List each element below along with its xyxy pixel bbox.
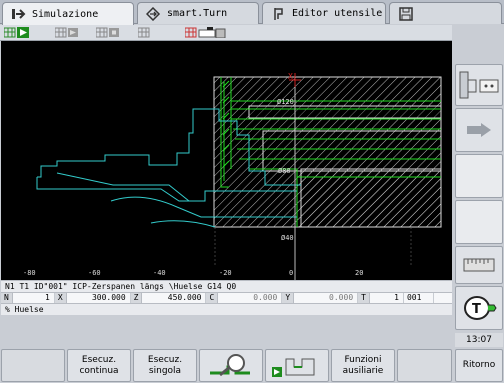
- single-step-button[interactable]: Esecuz. singola: [133, 349, 197, 382]
- tab-bar: Simulazione smart.Turn Editor utensile: [0, 0, 504, 25]
- n-label: N: [1, 293, 13, 303]
- y-value: 0.000: [294, 293, 359, 303]
- tool-t-icon: T: [464, 296, 497, 320]
- machine-setup-icon: [459, 71, 499, 99]
- grid-single-icon[interactable]: [55, 27, 85, 38]
- softkey-tool-t[interactable]: T: [455, 286, 503, 330]
- program-name: % Huelse: [1, 303, 452, 315]
- tab-label: smart.Turn: [167, 8, 228, 19]
- tool-id-value: 001: [404, 293, 434, 303]
- diamond-arrow-icon: [146, 6, 162, 21]
- tab-save[interactable]: [389, 2, 502, 24]
- c-label: C: [206, 293, 219, 303]
- simulation-graphic[interactable]: X Ø120 Ø80 Ø40 -80 -60 -40 -20 0 20: [1, 41, 452, 280]
- clock: 13:07: [455, 333, 503, 347]
- diameter-80-label: Ø80: [278, 167, 291, 175]
- auxiliary-functions-button[interactable]: Funzioni ausiliarie: [331, 349, 395, 382]
- z-tick-label: -20: [219, 269, 232, 277]
- continuous-run-label: Esecuz. continua: [79, 354, 119, 376]
- softkey-view-machine[interactable]: [455, 64, 503, 106]
- diameter-120-label: Ø120: [277, 98, 294, 106]
- n-value: 1: [13, 293, 55, 303]
- tab-smart-turn[interactable]: smart.Turn: [137, 2, 259, 24]
- softkey-arrow-right[interactable]: [455, 108, 503, 152]
- tab-editor-utensile[interactable]: Editor utensile: [262, 2, 386, 24]
- single-step-label: Esecuz. singola: [147, 354, 183, 376]
- machine-view-icon[interactable]: [185, 27, 231, 38]
- t-value: 1: [370, 293, 404, 303]
- arrow-right-icon: [11, 7, 27, 21]
- softkey-ruler[interactable]: [455, 246, 503, 284]
- x-label: X: [54, 293, 67, 303]
- svg-text:T: T: [472, 302, 481, 317]
- c-value: 0.000: [218, 293, 283, 303]
- floppy-disk-icon: [398, 6, 414, 21]
- play-workpiece-icon: [272, 358, 315, 377]
- start-simulation-button[interactable]: [265, 349, 329, 382]
- z-tick-label: 20: [355, 269, 363, 277]
- z-tick-label: -60: [88, 269, 101, 277]
- z-label: Z: [130, 293, 143, 303]
- grid-stop-icon[interactable]: [96, 27, 126, 38]
- z-value: 450.000: [142, 293, 207, 303]
- block-info-line: N1 T1 ID"001" ICP-Zerspanen längs \Huels…: [1, 280, 452, 292]
- softkey-empty-2[interactable]: [455, 200, 503, 244]
- ruler-icon: [463, 258, 495, 272]
- z-tick-label: 0: [289, 269, 293, 277]
- zoom-button[interactable]: [199, 349, 263, 382]
- tab-simulazione[interactable]: Simulazione: [2, 2, 134, 25]
- play-contour-icon[interactable]: [4, 27, 38, 38]
- softkey-bottom-empty[interactable]: [1, 349, 65, 382]
- y-label: Y: [282, 293, 295, 303]
- position-display: N 1 X 300.000 Z 450.000 C 0.000 Y 0.000 …: [1, 292, 452, 303]
- return-button[interactable]: Ritorno: [455, 349, 503, 382]
- auxiliary-functions-label: Funzioni ausiliarie: [342, 354, 384, 376]
- softkey-empty-1[interactable]: [455, 154, 503, 198]
- t-label: T: [358, 293, 370, 303]
- tab-label: Editor utensile: [292, 8, 383, 19]
- grid-icon[interactable]: [138, 27, 154, 38]
- tool-holder-icon: [271, 7, 287, 21]
- x-axis-label: X: [288, 72, 293, 81]
- zoom-magnifier-icon: [210, 353, 250, 376]
- x-value: 300.000: [67, 293, 131, 303]
- continuous-run-button[interactable]: Esecuz. continua: [67, 349, 131, 382]
- softkey-bottom-empty-2[interactable]: [397, 349, 452, 382]
- z-tick-label: -40: [153, 269, 166, 277]
- simulation-toolbar: [0, 25, 452, 41]
- arrow-right-icon: [467, 123, 491, 137]
- removed-material: [213, 76, 442, 228]
- return-label: Ritorno: [462, 360, 496, 370]
- tab-label: Simulazione: [32, 8, 99, 20]
- z-tick-label: -80: [23, 269, 36, 277]
- diameter-40-label: Ø40: [281, 234, 294, 242]
